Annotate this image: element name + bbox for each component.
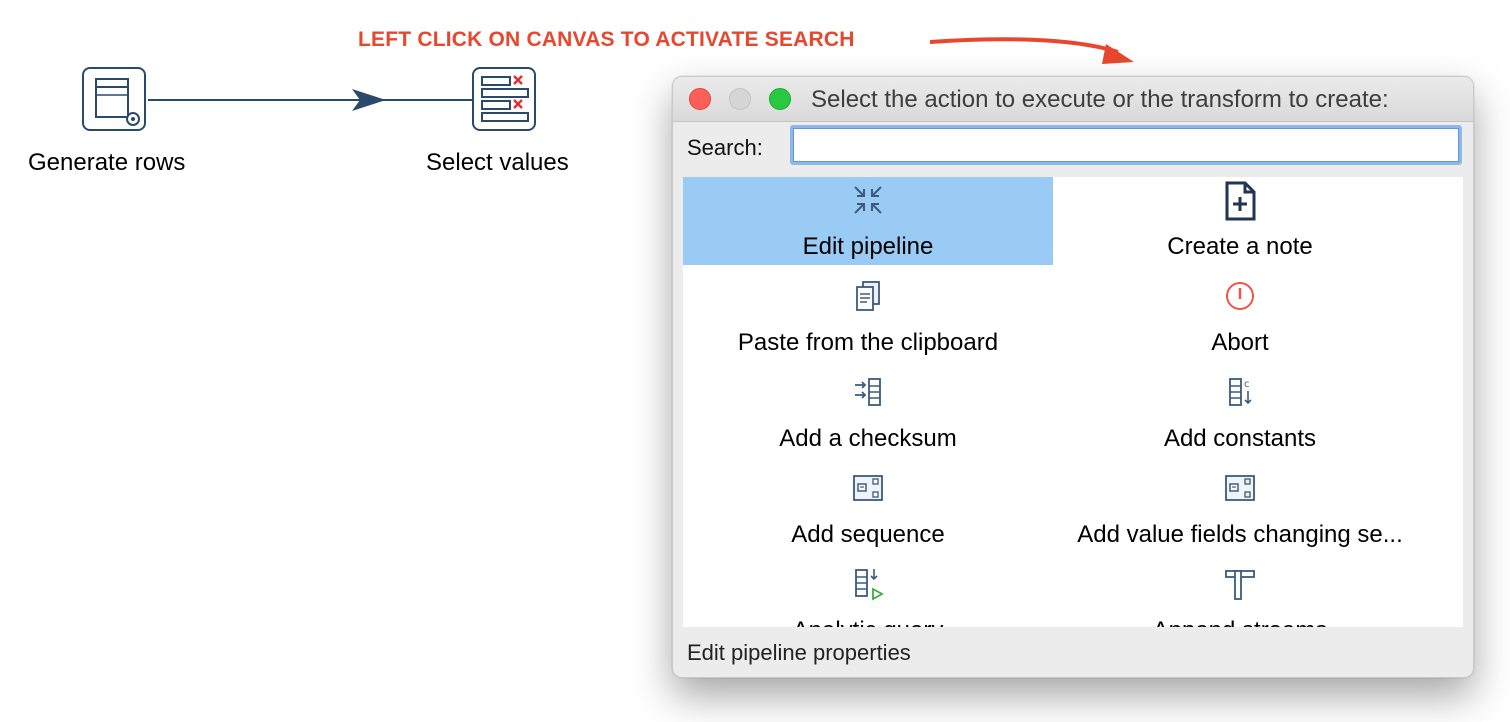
search-input[interactable] <box>790 125 1462 165</box>
action-item-add-checksum[interactable]: Add a checksum <box>683 369 1053 457</box>
search-label: Search: <box>687 135 763 160</box>
select-values-icon <box>472 67 536 131</box>
close-button[interactable] <box>689 88 711 110</box>
constants-icon: c <box>1229 378 1252 406</box>
append-icon <box>1225 570 1255 600</box>
generate-rows-icon <box>82 67 146 131</box>
minimize-button[interactable] <box>729 88 751 110</box>
action-item-label: Append streams <box>1055 617 1425 627</box>
action-item-label: Add a checksum <box>779 425 957 452</box>
action-item-label: Analytic query <box>683 617 1053 627</box>
annotation-arrow-icon <box>929 37 1134 64</box>
node-label: Generate rows <box>28 149 186 176</box>
action-item-label: Add constants <box>1163 425 1317 452</box>
action-dialog: Select the action to execute or the tran… <box>672 76 1474 678</box>
annotation-text: LEFT CLICK ON CANVAS TO ACTIVATE SEARCH <box>358 28 855 51</box>
new-document-icon <box>1225 181 1256 221</box>
clipboard-icon <box>856 281 880 311</box>
status-text: Edit pipeline properties <box>687 640 911 665</box>
action-item-analytic-query[interactable]: Analytic query <box>683 561 1053 627</box>
sequence-icon <box>853 475 883 501</box>
action-item-create-note[interactable]: Create a note <box>1055 177 1425 265</box>
action-item-add-sequence[interactable]: Add sequence <box>683 465 1053 553</box>
action-item-label: Add sequence <box>791 521 945 548</box>
maximize-button[interactable] <box>769 88 791 110</box>
action-item-append-streams[interactable]: Append streams <box>1055 561 1425 627</box>
node-label: Select values <box>426 149 569 176</box>
svg-text:c: c <box>1244 379 1250 390</box>
action-item-edit-pipeline[interactable]: Edit pipeline <box>683 177 1053 265</box>
action-item-add-constants[interactable]: c Add constants <box>1055 369 1425 457</box>
action-item-label: Create a note <box>1167 233 1313 260</box>
action-item-label: Paste from the clipboard <box>737 329 999 356</box>
action-item-label: Abort <box>1211 329 1269 356</box>
dialog-titlebar[interactable]: Select the action to execute or the tran… <box>673 77 1473 122</box>
value-fields-icon <box>1225 475 1255 501</box>
dialog-title: Select the action to execute or the tran… <box>811 86 1389 113</box>
checksum-icon <box>855 378 881 406</box>
analytic-icon <box>855 569 884 601</box>
action-item-label: Edit pipeline <box>802 233 934 260</box>
action-list[interactable]: Edit pipeline Create a note Paste from t… <box>683 177 1463 627</box>
collapse-arrows-icon <box>854 186 882 214</box>
action-item-abort[interactable]: Abort <box>1055 273 1425 361</box>
abort-icon <box>1226 282 1254 310</box>
action-item-add-value-fields[interactable]: Add value fields changing se... <box>1055 465 1425 553</box>
action-item-paste[interactable]: Paste from the clipboard <box>683 273 1053 361</box>
action-item-label: Add value fields changing se... <box>1077 521 1403 548</box>
